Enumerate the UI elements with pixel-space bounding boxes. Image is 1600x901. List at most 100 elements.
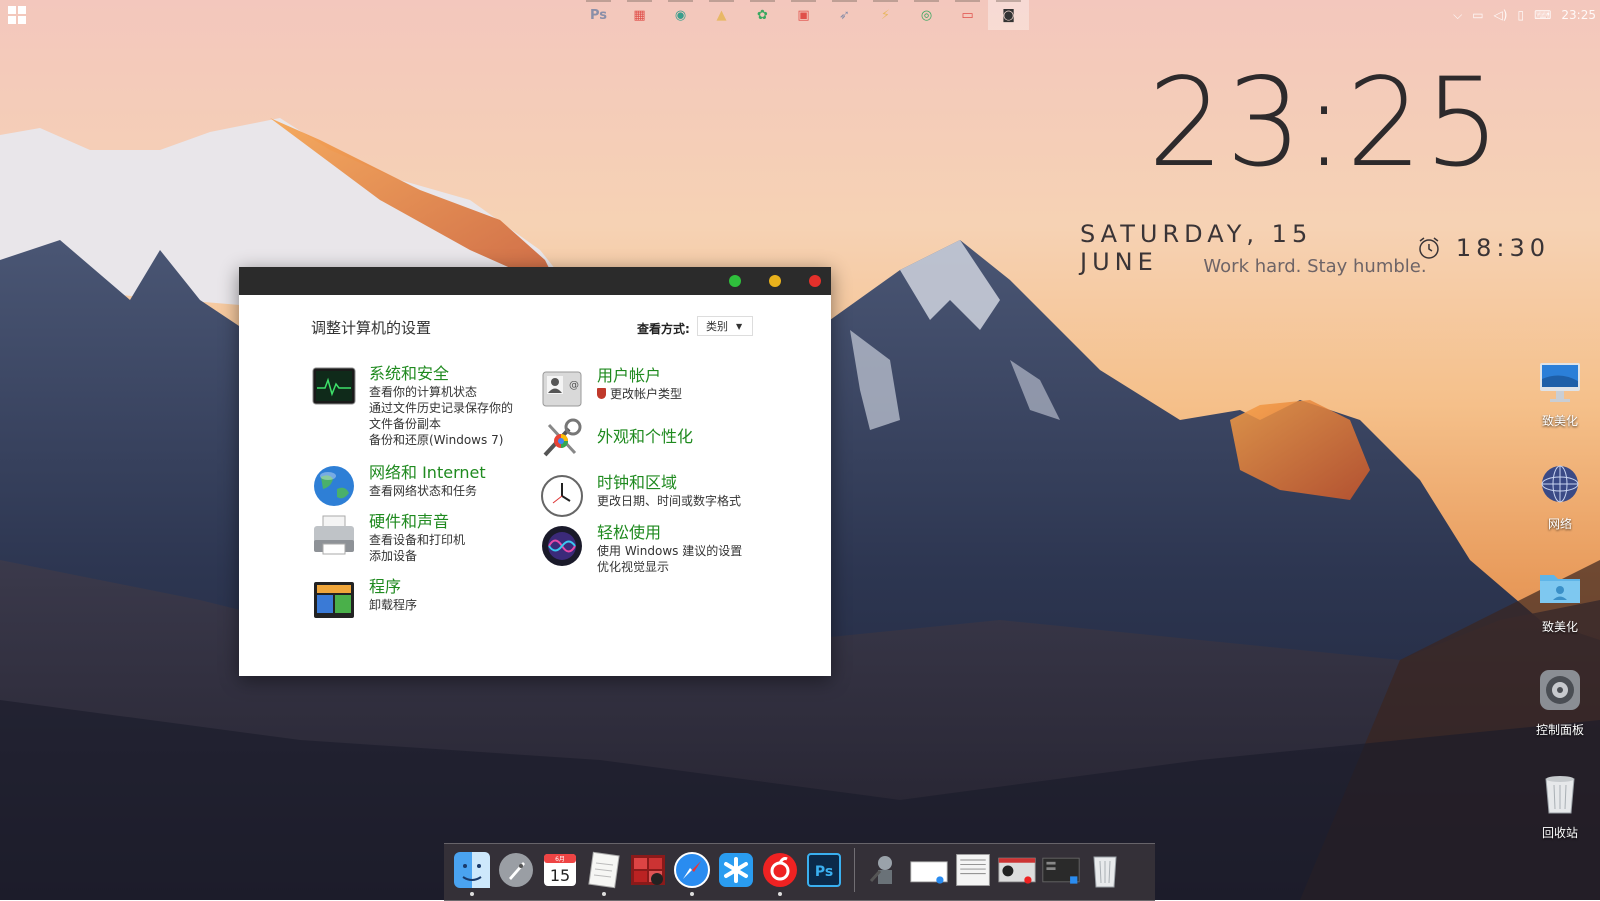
chevron-down-icon[interactable]: ⌵ <box>1453 8 1462 23</box>
dock: 6月 15 Ps <box>444 843 1155 901</box>
category-title[interactable]: 硬件和声音 <box>369 512 465 532</box>
keyboard-icon[interactable]: ⌨ <box>1534 8 1551 22</box>
taskbar-app-0[interactable]: Ps <box>578 0 619 30</box>
category-link[interactable]: 查看网络状态和任务 <box>369 483 486 499</box>
printer-icon <box>314 515 354 555</box>
dock-finder[interactable] <box>452 848 492 896</box>
photoshop-icon: Ps <box>807 853 841 887</box>
windows-start-icon[interactable] <box>8 6 26 24</box>
category-appearance: 外观和个性化 <box>539 415 693 461</box>
dock-window-thumb-4[interactable] <box>1041 848 1081 892</box>
category-title[interactable]: 网络和 Internet <box>369 463 486 483</box>
app-indicator-bar <box>791 0 816 2</box>
dock-calendar[interactable]: 6月 15 <box>540 848 580 892</box>
desktop-icon-imac[interactable]: 致美化 <box>1525 357 1595 429</box>
lightning-icon: ⚡ <box>880 7 891 23</box>
dock-trash[interactable] <box>1085 848 1125 892</box>
taskbar-app-10[interactable]: ◙ <box>988 0 1029 30</box>
imac-icon <box>1540 363 1580 402</box>
siri-icon <box>542 526 582 566</box>
clock-widget-motto: Work hard. Stay humble. <box>1203 256 1427 277</box>
control-panel-window: 调整计算机的设置 查看方式: 类别 ▼ 系统和安全 查看你的计算机状态 通过文件… <box>239 267 831 676</box>
window-thumbnail-icon <box>910 861 948 884</box>
category-link-with-shield[interactable]: 更改帐户类型 <box>597 386 682 402</box>
dock-window-thumb-3[interactable] <box>997 848 1037 892</box>
dock-window-thumb-1[interactable] <box>909 848 949 892</box>
taskbar-app-4[interactable]: ✿ <box>742 0 783 30</box>
category-link[interactable]: 添加设备 <box>369 548 465 564</box>
minimize-button[interactable] <box>769 275 781 287</box>
desktop-icon-label: 致美化 <box>1541 620 1578 634</box>
robot-icon <box>869 856 892 884</box>
category-title[interactable]: 时钟和区域 <box>597 473 741 493</box>
taskbar-app-7[interactable]: ⚡ <box>865 0 906 30</box>
taskbar-app-1[interactable]: ▦ <box>619 0 660 30</box>
category-link[interactable]: 通过文件历史记录保存你的文件备份副本 <box>369 400 515 432</box>
taskbar-app-9[interactable]: ▭ <box>947 0 988 30</box>
top-taskbar: Ps ▦ ◉ ▲ ✿ ▣ ➶ ⚡ ◎ ▭ ◙ ⌵ ▭ ◁) ▯ ⌨ 23:25 <box>0 0 1600 30</box>
asterisk-app-icon <box>719 853 753 887</box>
network-icon[interactable]: ▭ <box>1472 8 1483 22</box>
app-indicator-bar <box>668 0 693 2</box>
dock-bluebird[interactable] <box>716 848 756 892</box>
category-link[interactable]: 更改日期、时间或数字格式 <box>597 493 741 509</box>
category-link[interactable]: 查看设备和打印机 <box>369 532 465 548</box>
window-titlebar[interactable] <box>239 267 831 295</box>
category-link[interactable]: 卸载程序 <box>369 597 417 613</box>
close-button[interactable] <box>809 275 821 287</box>
app-indicator-bar <box>832 0 857 2</box>
folder-icon <box>1540 575 1580 603</box>
battery-icon[interactable]: ▯ <box>1517 8 1524 22</box>
dock-launchpad[interactable] <box>496 848 536 892</box>
volume-icon[interactable]: ◁) <box>1494 8 1508 22</box>
dock-photoshop[interactable]: Ps <box>804 848 844 892</box>
view-by-dropdown[interactable]: 类别 ▼ <box>697 316 753 336</box>
shield-icon <box>597 388 606 399</box>
system-tray: ⌵ ▭ ◁) ▯ ⌨ 23:25 <box>1453 0 1596 30</box>
taskbar-clock[interactable]: 23:25 <box>1561 8 1596 22</box>
taskbar-app-8[interactable]: ◎ <box>906 0 947 30</box>
photoshop-icon: Ps <box>589 7 608 23</box>
category-system-security: 系统和安全 查看你的计算机状态 通过文件历史记录保存你的文件备份副本 备份和还原… <box>311 364 515 448</box>
dock-safari[interactable] <box>672 848 712 896</box>
dock-photo-booth[interactable] <box>628 848 668 892</box>
notes-icon <box>588 851 620 889</box>
page-title: 调整计算机的设置 <box>311 319 432 337</box>
taskbar-app-2[interactable]: ◉ <box>660 0 701 30</box>
category-title[interactable]: 程序 <box>369 577 417 597</box>
category-link[interactable]: 备份和还原(Windows 7) <box>369 432 515 448</box>
rocket-icon: ➶ <box>839 7 850 23</box>
category-link[interactable]: 优化视觉显示 <box>597 559 742 575</box>
dock-separator <box>854 848 855 892</box>
trash-icon <box>1545 776 1575 814</box>
category-link[interactable]: 使用 Windows 建议的设置 <box>597 543 742 559</box>
document-thumbnail-icon <box>956 854 990 886</box>
category-title[interactable]: 系统和安全 <box>369 364 515 384</box>
taskbar-app-3[interactable]: ▲ <box>701 0 742 30</box>
dock-automator[interactable] <box>865 848 905 892</box>
category-title[interactable]: 轻松使用 <box>597 523 742 543</box>
desktop-icon-network[interactable]: 网络 <box>1525 460 1595 532</box>
category-hardware-sound: 硬件和声音 查看设备和打印机 添加设备 <box>311 512 465 564</box>
rocket-icon <box>499 853 533 887</box>
image-icon: ▣ <box>797 7 810 23</box>
desktop-icon-control-panel[interactable]: 控制面板 <box>1525 666 1595 738</box>
desktop-icon-label: 网络 <box>1547 517 1572 531</box>
monitor-icon: ▭ <box>961 7 974 23</box>
dock-netease-music[interactable] <box>760 848 800 896</box>
desktop-icon-recycle-bin[interactable]: 回收站 <box>1525 769 1595 841</box>
category-link[interactable]: 查看你的计算机状态 <box>369 384 515 400</box>
category-network-internet: 网络和 Internet 查看网络状态和任务 <box>311 463 486 509</box>
finder-icon <box>454 852 490 888</box>
taskbar-app-6[interactable]: ➶ <box>824 0 865 30</box>
taskbar-app-5[interactable]: ▣ <box>783 0 824 30</box>
category-title[interactable]: 外观和个性化 <box>597 427 693 447</box>
category-ease-of-access: 轻松使用 使用 Windows 建议的设置 优化视觉显示 <box>539 523 742 575</box>
category-title[interactable]: 用户帐户 <box>597 366 682 386</box>
maximize-button[interactable] <box>729 275 741 287</box>
settings-gear-icon <box>1540 670 1580 710</box>
dock-window-thumb-2[interactable] <box>953 848 993 892</box>
network-globe-icon <box>1541 465 1579 503</box>
dock-notes[interactable] <box>584 848 624 896</box>
desktop-icon-folder[interactable]: 致美化 <box>1525 563 1595 635</box>
